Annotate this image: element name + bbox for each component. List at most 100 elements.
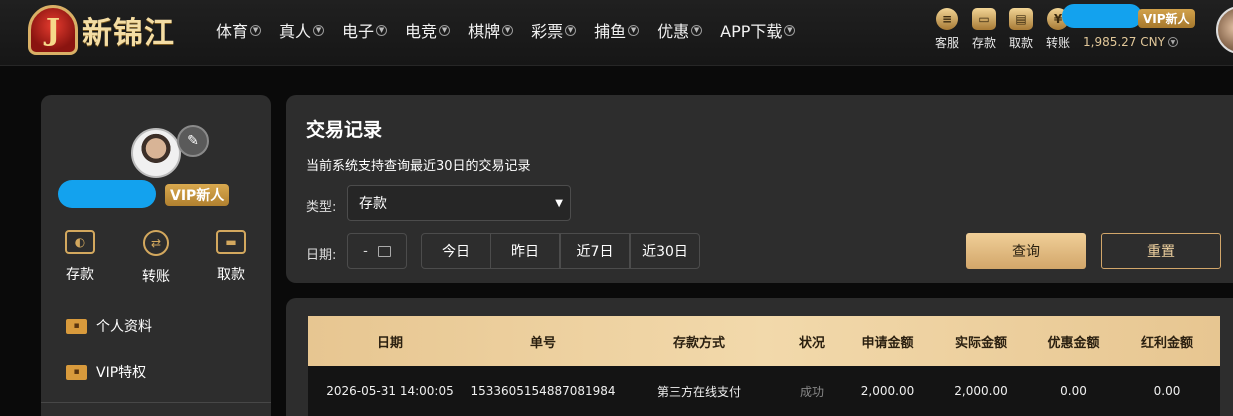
vip-badge: VIP新人: [1138, 9, 1195, 28]
date-range-input[interactable]: -: [347, 233, 407, 269]
header-withdraw-button[interactable]: ▤ 取款: [1005, 8, 1037, 51]
side-action-label: 转账: [142, 269, 170, 285]
brand-name: 新锦江: [82, 16, 175, 51]
nav-label: 彩票: [531, 22, 564, 41]
nav-label: 真人: [279, 22, 312, 41]
table-cell-actual-amount: 2,000.00: [954, 384, 1008, 398]
header-action-label: 转账: [1045, 36, 1070, 50]
table-cell-requested-amount: 2,000.00: [860, 384, 915, 398]
table-cell-date: 2026-05-31 14:00:05: [326, 384, 454, 398]
nav-item-cards[interactable]: 棋牌 ▼: [468, 18, 514, 42]
chevron-down-icon: ▼: [502, 24, 514, 36]
chevron-down-icon: ▼: [439, 24, 451, 36]
edit-icon: ✎: [187, 133, 199, 149]
menu-item-label: 个人资料: [96, 319, 152, 335]
nav-label: 优惠: [657, 22, 690, 41]
column-header: 实际金额: [954, 335, 1007, 351]
column-header: 日期: [376, 335, 403, 351]
nav-label: APP下载: [720, 22, 783, 41]
edit-avatar-button[interactable]: ✎: [177, 125, 209, 157]
support-icon: ≡: [936, 8, 958, 30]
transaction-filter-panel: 交易记录 当前系统支持查询最近30日的交易记录 类型: 存款 ▼ 日期: - 今…: [286, 95, 1233, 283]
range-yesterday-button[interactable]: 昨日: [490, 233, 560, 269]
type-label: 类型:: [306, 200, 337, 215]
logo-letter: J: [45, 12, 61, 48]
nav-item-promotions[interactable]: 优惠 ▼: [657, 18, 703, 42]
card-icon: ▬: [216, 230, 246, 254]
side-transfer-button[interactable]: ⇄ 转账: [132, 230, 180, 286]
table-cell-order-id: 1533605154887081984: [470, 384, 616, 398]
nav-item-app-download[interactable]: APP下载 ▼: [720, 18, 796, 42]
user-avatar[interactable]: [1216, 6, 1233, 54]
header-deposit-button[interactable]: ▭ 存款: [968, 8, 1000, 51]
table-cell-dividend-amount: 0.00: [1153, 384, 1181, 398]
wallet-icon: ◐: [65, 230, 95, 254]
chevron-down-icon: ▼: [313, 24, 325, 36]
column-header: 单号: [529, 335, 556, 351]
table-cell-status: 成功: [799, 384, 824, 399]
table-cell-bonus-amount: 0.00: [1060, 384, 1087, 398]
main-nav: 体育 ▼ 真人 ▼ 电子 ▼ 电竞 ▼ 棋牌 ▼ 彩票 ▼ 捕鱼 ▼ 优惠 ▼ APP下载 ▼: [216, 18, 813, 42]
nav-label: 电竞: [405, 22, 438, 41]
chevron-down-icon: ▼: [250, 24, 262, 36]
vip-card-icon: ▪: [66, 364, 87, 380]
date-range-value: -: [363, 243, 368, 259]
chevron-down-icon: ▼: [628, 24, 640, 36]
table-row: 2026-05-31 14:00:05 1533605154887081984 …: [308, 366, 1220, 416]
balance-display[interactable]: 1,985.27 CNY ▼: [1083, 35, 1178, 49]
vip-badge: VIP新人: [165, 184, 230, 206]
wallet-icon: ▭: [972, 8, 996, 30]
page-title: 交易记录: [306, 119, 383, 141]
nav-label: 棋牌: [468, 22, 501, 41]
chevron-down-icon: ▼: [1167, 37, 1178, 47]
table-cell-method: 第三方在线支付: [656, 384, 741, 399]
column-header: 红利金额: [1140, 335, 1193, 351]
type-select[interactable]: 存款 ▼: [347, 185, 571, 221]
header-action-label: 存款: [971, 36, 996, 50]
query-button[interactable]: 查询: [966, 233, 1086, 269]
balance-value: 1,985.27 CNY: [1083, 35, 1165, 49]
username-redacted: [1062, 4, 1142, 28]
withdraw-icon: ▤: [1009, 8, 1033, 30]
username-redacted: [58, 180, 156, 208]
account-sidebar: ✎ VIP新人 ◐ 存款 ⇄ 转账 ▬ 取款 ▪ 个人资料 ▪ VIP特权: [41, 95, 271, 416]
column-header: 优惠金额: [1047, 335, 1100, 351]
nav-label: 体育: [216, 22, 249, 41]
chevron-down-icon: ▼: [784, 24, 796, 36]
column-header: 状况: [798, 335, 825, 351]
chevron-down-icon: ▼: [376, 24, 388, 36]
nav-item-live[interactable]: 真人 ▼: [279, 18, 325, 42]
brand-logo[interactable]: J 新锦江: [28, 5, 175, 55]
side-withdraw-button[interactable]: ▬ 取款: [207, 230, 255, 284]
nav-label: 电子: [342, 22, 375, 41]
nav-label: 捕鱼: [594, 22, 627, 41]
menu-item-profile[interactable]: ▪ 个人资料: [66, 316, 152, 336]
table-header: 日期 单号 存款方式 状况 申请金额 实际金额 优惠金额 红利金额: [308, 316, 1220, 366]
side-deposit-button[interactable]: ◐ 存款: [56, 230, 104, 284]
nav-item-lottery[interactable]: 彩票 ▼: [531, 18, 577, 42]
chevron-down-icon: ▼: [565, 24, 577, 36]
profile-card-icon: ▪: [66, 318, 87, 334]
nav-item-esports[interactable]: 电竞 ▼: [405, 18, 451, 42]
divider: [41, 402, 271, 403]
header-action-label: 客服: [934, 36, 959, 50]
nav-item-sports[interactable]: 体育 ▼: [216, 18, 262, 42]
reset-button[interactable]: 重置: [1101, 233, 1221, 269]
range-30days-button[interactable]: 近30日: [630, 233, 700, 269]
chevron-down-icon: ▼: [555, 198, 563, 209]
top-navbar: J 新锦江 体育 ▼ 真人 ▼ 电子 ▼ 电竞 ▼ 棋牌 ▼ 彩票 ▼ 捕鱼 ▼ 优惠 ▼ AP…: [0, 0, 1233, 66]
range-today-button[interactable]: 今日: [421, 233, 491, 269]
column-header: 存款方式: [672, 335, 725, 351]
page-subtitle: 当前系统支持查询最近30日的交易记录: [306, 159, 531, 174]
chevron-down-icon: ▼: [691, 24, 703, 36]
nav-item-fishing[interactable]: 捕鱼 ▼: [594, 18, 640, 42]
logo-mark-icon: J: [28, 5, 78, 55]
transaction-table-panel: 日期 单号 存款方式 状况 申请金额 实际金额 优惠金额 红利金额 2026-0…: [286, 298, 1233, 416]
menu-item-vip[interactable]: ▪ VIP特权: [66, 362, 146, 382]
header-support-button[interactable]: ≡ 客服: [931, 8, 963, 51]
menu-item-label: VIP特权: [96, 365, 147, 381]
range-7days-button[interactable]: 近7日: [560, 233, 630, 269]
nav-item-slots[interactable]: 电子 ▼: [342, 18, 388, 42]
calendar-icon: [377, 245, 391, 257]
transfer-icon: ⇄: [143, 230, 169, 256]
